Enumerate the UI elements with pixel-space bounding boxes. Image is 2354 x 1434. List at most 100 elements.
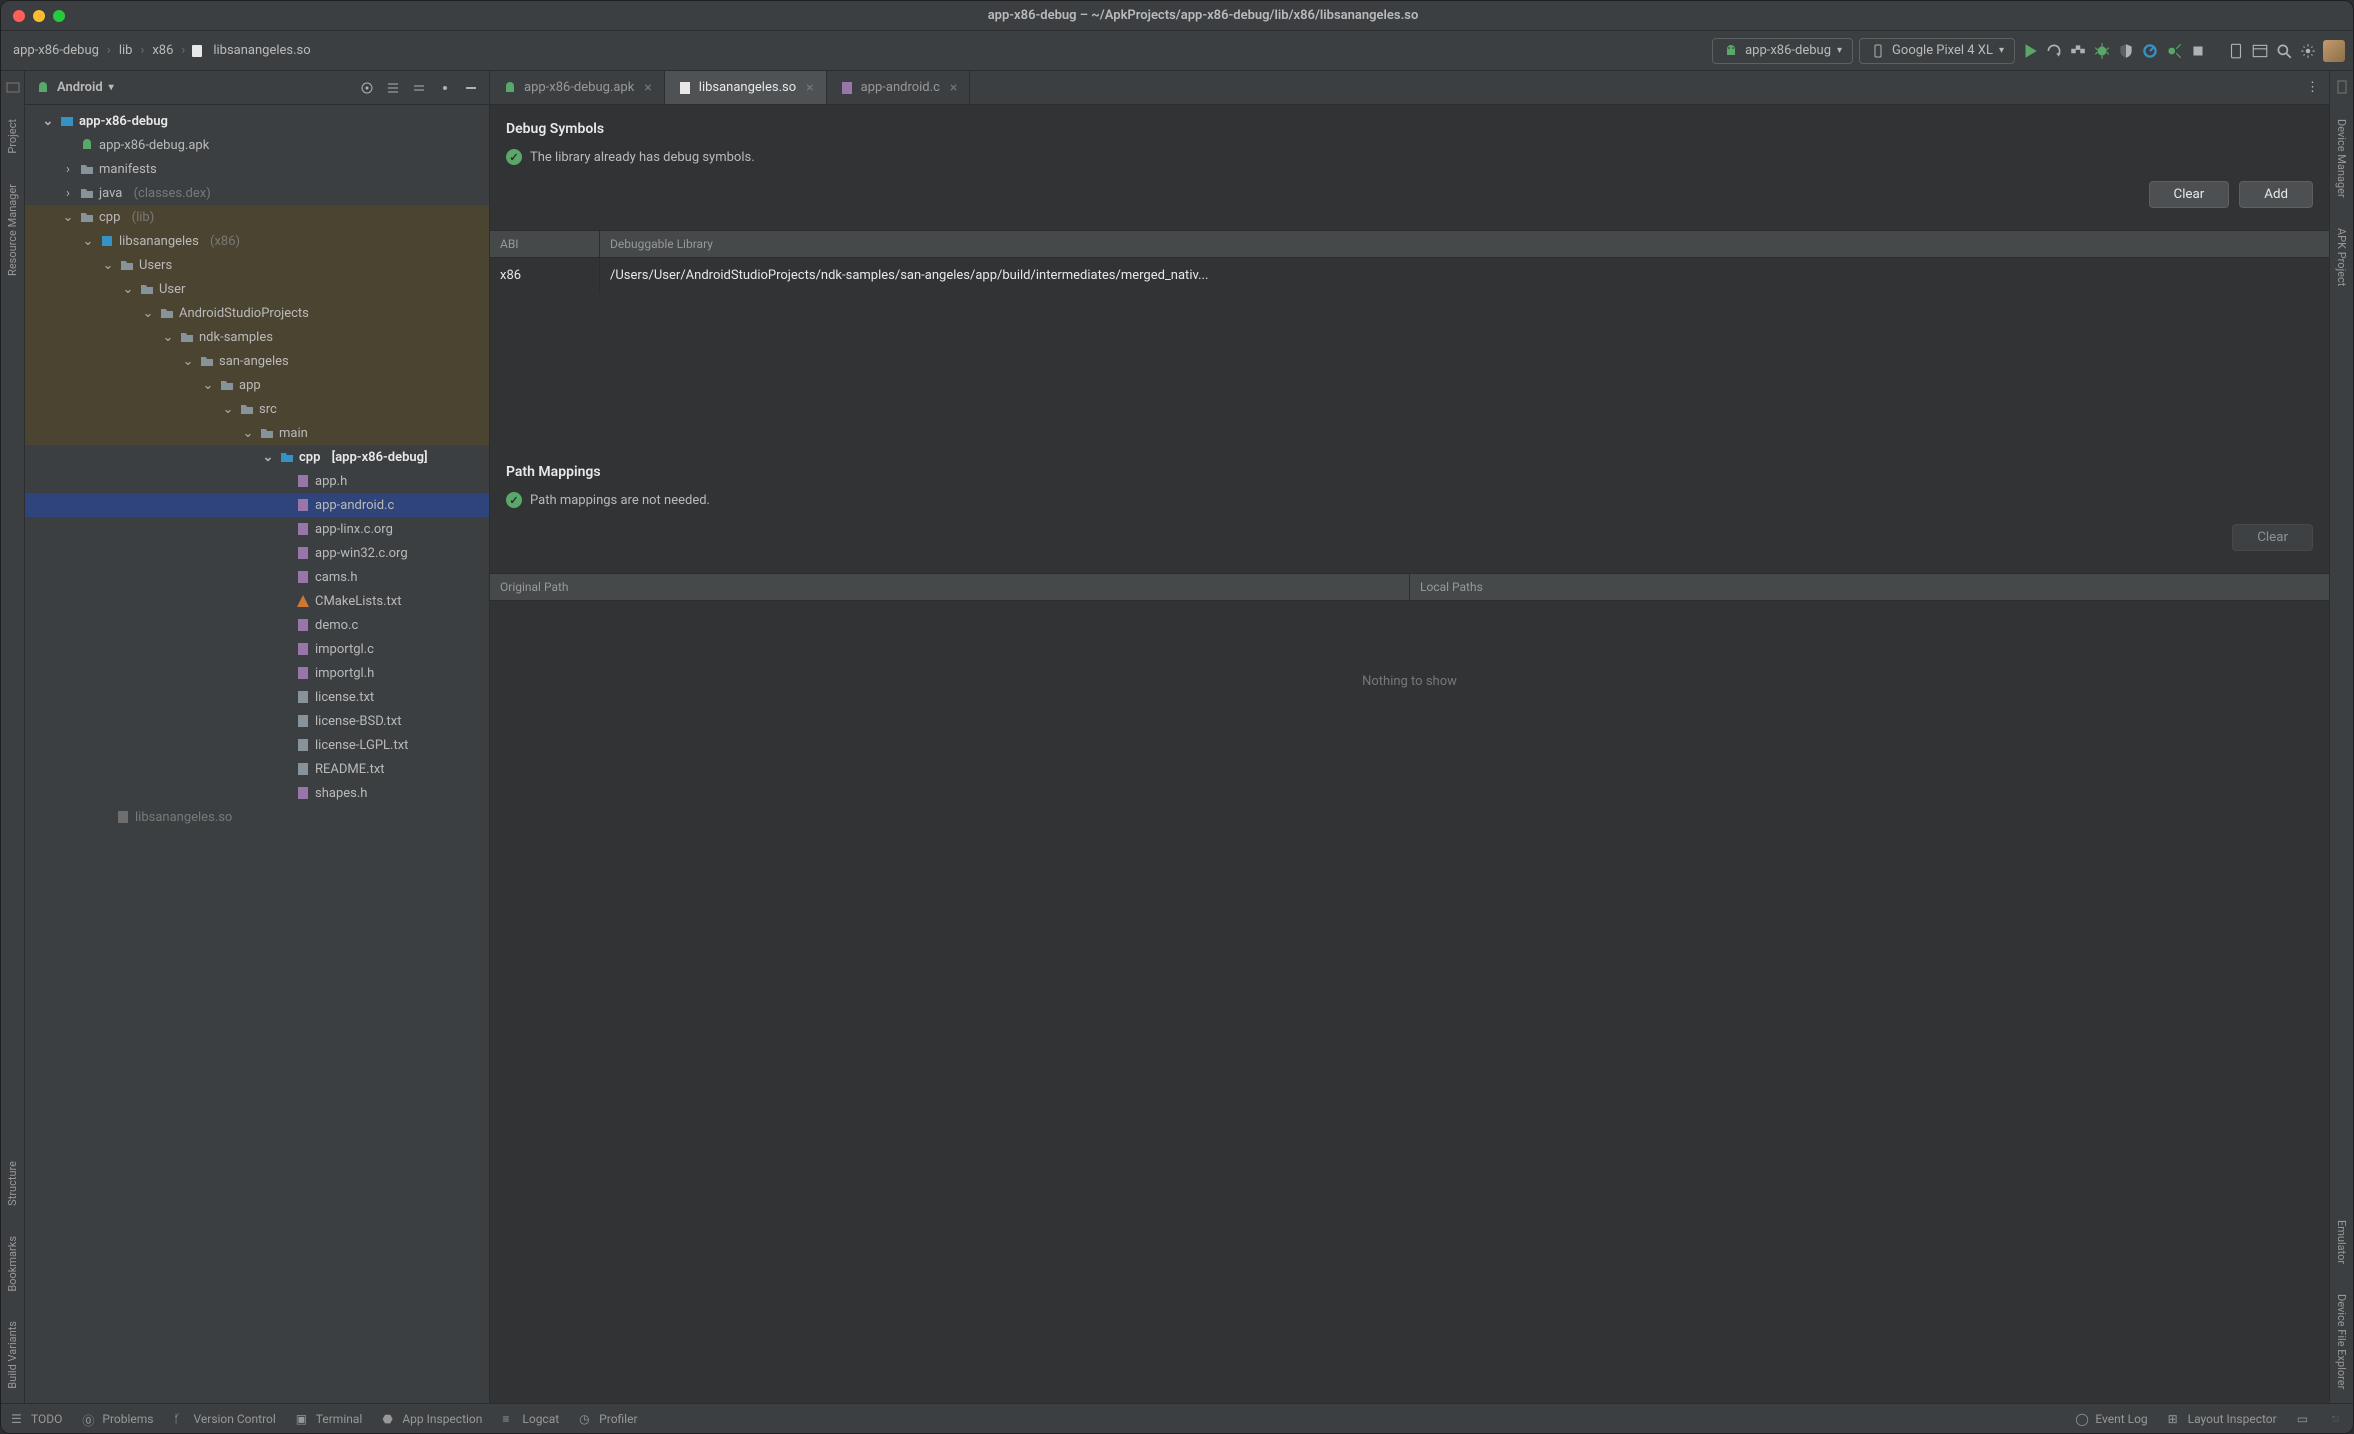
device-manager-tool-icon[interactable]	[2334, 79, 2350, 95]
user-avatar[interactable]	[2323, 40, 2345, 62]
tree-user[interactable]: ⌄User	[25, 277, 489, 301]
rerun-button[interactable]	[2045, 42, 2063, 60]
device-explorer-tab[interactable]: Device File Explorer	[2335, 1288, 2348, 1395]
tree-file[interactable]: CMakeLists.txt	[25, 589, 489, 613]
tree-cpp-folder[interactable]: ⌄cpp [app-x86-debug]	[25, 445, 489, 469]
event-log-tool[interactable]: ◯Event Log	[2075, 1412, 2147, 1426]
table-row[interactable]: x86 /Users/User/AndroidStudioProjects/nd…	[490, 258, 2329, 293]
tree-file[interactable]: app.h	[25, 469, 489, 493]
tree-file[interactable]: demo.c	[25, 613, 489, 637]
apk-project-tab[interactable]: APK Project	[2335, 222, 2348, 292]
project-view-selector[interactable]: Android ▾	[35, 80, 114, 96]
settings-button[interactable]	[2299, 42, 2317, 60]
close-icon[interactable]: ×	[950, 80, 957, 96]
tree-bottom-lib[interactable]: libsanangeles.so	[25, 805, 489, 829]
expand-all-icon[interactable]	[385, 80, 401, 96]
tab-so[interactable]: libsanangeles.so×	[665, 71, 827, 104]
crumb-arch[interactable]: x86	[148, 41, 177, 60]
apply-changes-button[interactable]	[2069, 42, 2087, 60]
stop-button[interactable]	[2189, 42, 2207, 60]
clear-button[interactable]: Clear	[2232, 524, 2313, 551]
tree-lib[interactable]: ⌄libsanangeles (x86)	[25, 229, 489, 253]
tree-file[interactable]: license-LGPL.txt	[25, 733, 489, 757]
tab-c[interactable]: app-android.c×	[827, 71, 971, 104]
sdk-manager-button[interactable]	[2251, 42, 2269, 60]
tree-file[interactable]: shapes.h	[25, 781, 489, 805]
crumb-lib[interactable]: lib	[115, 41, 137, 60]
tree-file[interactable]: app-linx.c.org	[25, 517, 489, 541]
tree-cpp[interactable]: ⌄cpp (lib)	[25, 205, 489, 229]
device-manager-button[interactable]	[2227, 42, 2245, 60]
tree-ndk[interactable]: ⌄ndk-samples	[25, 325, 489, 349]
tab-more-icon[interactable]: ⋮	[2296, 71, 2329, 104]
txt-file-icon	[295, 737, 311, 753]
tree-file[interactable]: cams.h	[25, 565, 489, 589]
notification-icon[interactable]: ◾	[2328, 1412, 2343, 1426]
tab-apk[interactable]: app-x86-debug.apk×	[490, 71, 665, 104]
close-icon[interactable]: ×	[644, 80, 651, 96]
structure-tab[interactable]: Structure	[6, 1155, 19, 1212]
debug-button[interactable]	[2093, 42, 2111, 60]
tree-san[interactable]: ⌄san-angeles	[25, 349, 489, 373]
maximize-window[interactable]	[53, 10, 65, 22]
event-icon: ◯	[2075, 1412, 2089, 1426]
tree-main[interactable]: ⌄main	[25, 421, 489, 445]
tree-root[interactable]: ⌄app-x86-debug	[25, 109, 489, 133]
settings-icon[interactable]	[437, 80, 453, 96]
close-icon[interactable]: ×	[806, 80, 813, 96]
attach-debugger-button[interactable]	[2165, 42, 2183, 60]
select-opened-file-icon[interactable]	[359, 80, 375, 96]
project-tool-icon[interactable]	[5, 79, 21, 95]
run-button[interactable]	[2021, 42, 2039, 60]
device-manager-tab[interactable]: Device Manager	[2335, 113, 2348, 204]
tree-file[interactable]: license-BSD.txt	[25, 709, 489, 733]
problems-tool[interactable]: ⓪Problems	[82, 1412, 153, 1426]
tree-file[interactable]: importgl.h	[25, 661, 489, 685]
vcs-tool[interactable]: ᚶVersion Control	[174, 1412, 276, 1426]
app-inspection-tool[interactable]: ⬣App Inspection	[382, 1412, 482, 1426]
run-config-combo[interactable]: app-x86-debug ▾	[1712, 38, 1853, 64]
coverage-button[interactable]	[2117, 42, 2135, 60]
tree-users[interactable]: ⌄Users	[25, 253, 489, 277]
tree-asp[interactable]: ⌄AndroidStudioProjects	[25, 301, 489, 325]
empty-state: Nothing to show	[490, 601, 2329, 761]
resource-manager-tab[interactable]: Resource Manager	[6, 178, 19, 282]
tree-file[interactable]: license.txt	[25, 685, 489, 709]
tree-apk[interactable]: app-x86-debug.apk	[25, 133, 489, 157]
clear-button[interactable]: Clear	[2149, 181, 2230, 208]
twisty-icon: ⌄	[181, 354, 195, 369]
project-tab[interactable]: Project	[6, 113, 19, 160]
twisty-icon: ⌄	[221, 402, 235, 417]
profiler-tool[interactable]: ◷Profiler	[579, 1412, 637, 1426]
tree-java[interactable]: ›java (classes.dex)	[25, 181, 489, 205]
minimize-window[interactable]	[33, 10, 45, 22]
tree-file-selected[interactable]: app-android.c	[25, 493, 489, 517]
search-button[interactable]	[2275, 42, 2293, 60]
device-combo[interactable]: Google Pixel 4 XL ▾	[1859, 38, 2015, 64]
crumb-project[interactable]: app-x86-debug	[9, 41, 103, 60]
profiler-button[interactable]	[2141, 42, 2159, 60]
close-window[interactable]	[13, 10, 25, 22]
collapse-all-icon[interactable]	[411, 80, 427, 96]
build-variants-tab[interactable]: Build Variants	[6, 1315, 19, 1395]
project-tree[interactable]: ⌄app-x86-debug app-x86-debug.apk ›manife…	[25, 105, 489, 1403]
hide-icon[interactable]	[463, 80, 479, 96]
tree-file[interactable]: app-win32.c.org	[25, 541, 489, 565]
logcat-tool[interactable]: ≡Logcat	[502, 1412, 559, 1426]
tree-src[interactable]: ⌄src	[25, 397, 489, 421]
ide-status-icon[interactable]: ▭	[2297, 1412, 2308, 1426]
terminal-tool[interactable]: ▣Terminal	[296, 1412, 363, 1426]
tree-file[interactable]: README.txt	[25, 757, 489, 781]
folder-icon	[79, 185, 95, 201]
tree-app[interactable]: ⌄app	[25, 373, 489, 397]
tree-file[interactable]: importgl.c	[25, 637, 489, 661]
apk-icon	[79, 137, 95, 153]
add-button[interactable]: Add	[2239, 181, 2313, 208]
list-icon: ☰	[11, 1412, 25, 1426]
layout-inspector-tool[interactable]: ⊞Layout Inspector	[2168, 1412, 2277, 1426]
todo-tool[interactable]: ☰TODO	[11, 1412, 62, 1426]
tree-manifests[interactable]: ›manifests	[25, 157, 489, 181]
emulator-tab[interactable]: Emulator	[2335, 1214, 2348, 1270]
bookmarks-tab[interactable]: Bookmarks	[6, 1230, 19, 1298]
crumb-file[interactable]: libsanangeles.so	[209, 41, 314, 60]
